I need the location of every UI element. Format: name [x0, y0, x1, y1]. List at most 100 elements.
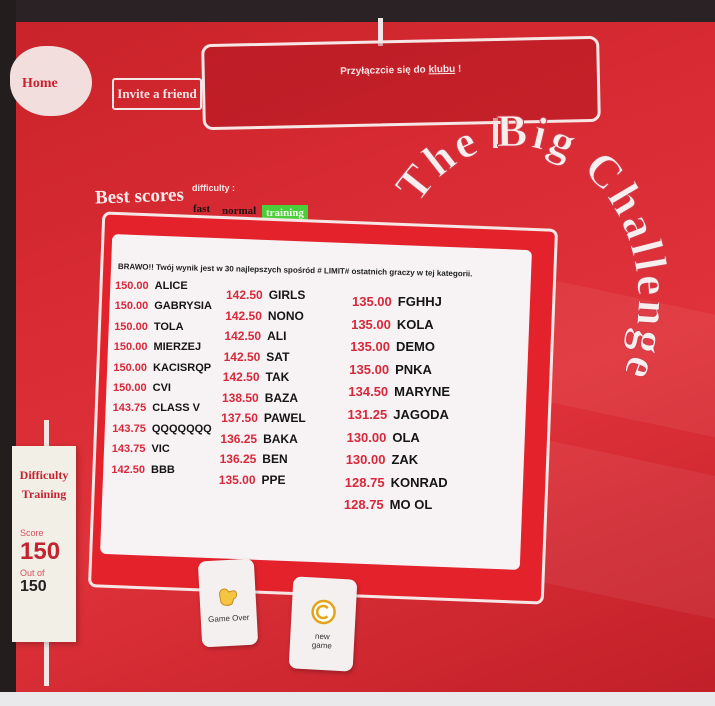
score-value: 134.50 [348, 384, 389, 400]
score-row: 128.75 KONRAD [345, 475, 448, 490]
score-value: 135.00 [218, 472, 256, 487]
score-value: 142.50 [222, 370, 260, 384]
score-row: 150.00 TOLA [114, 321, 183, 333]
sign-second-label: Out of [20, 568, 45, 578]
player-name: NONO [267, 308, 304, 323]
player-name: FGHHJ [397, 294, 442, 309]
score-row: 143.75 VIC [112, 443, 170, 455]
player-name: SAT [266, 349, 290, 364]
score-value: 143.75 [112, 402, 147, 415]
score-value: 138.50 [222, 390, 259, 405]
score-row: 143.75 QQQQQQQ [112, 423, 212, 435]
score-value: 135.00 [349, 361, 390, 377]
score-value: 131.25 [347, 407, 388, 422]
new-game-label: new game [311, 631, 333, 651]
game-screen: Home Invite a friend Przyłączcie się do … [0, 0, 715, 706]
player-name: PAWEL [263, 411, 306, 425]
game-over-label: Game Over [207, 612, 250, 624]
new-game-button[interactable]: new game [288, 576, 358, 672]
score-row: 131.25 JAGODA [348, 407, 449, 422]
score-row: 142.50 GIRLS [226, 288, 305, 302]
difficulty-label: difficulty : [192, 183, 235, 193]
score-row: 142.50 NONO [225, 309, 304, 323]
sign-score-label: Score [20, 528, 44, 538]
player-name: BEN [262, 452, 288, 466]
player-name: CLASS V [152, 402, 200, 415]
score-row: 135.00 PPE [219, 473, 286, 487]
player-name: MARYNE [394, 384, 451, 400]
status-sign: Difficulty Training Score 150 Out of 150 [12, 446, 76, 642]
score-value: 136.25 [220, 431, 258, 446]
score-row: 150.00 MIERZEJ [114, 341, 201, 353]
score-row: 150.00 GABRYSIA [115, 300, 212, 312]
screen-bezel-bottom [0, 692, 715, 706]
club-banner: Przyłączcie się do klubu ! [201, 35, 601, 131]
score-row: 138.50 BAZA [222, 391, 298, 405]
score-row: 142.50 TAK [223, 370, 289, 384]
club-link[interactable]: klubu [428, 64, 455, 76]
invite-friend-label: Invite a friend [117, 86, 197, 101]
score-value: 137.50 [221, 411, 258, 425]
player-name: BBB [151, 463, 175, 476]
player-name: MIERZEJ [153, 341, 202, 354]
player-name: VIC [151, 443, 170, 456]
score-row: 150.00 CVI [113, 382, 171, 394]
player-name: GABRYSIA [154, 300, 212, 313]
score-value: 142.50 [224, 329, 262, 343]
score-row: 130.00 OLA [347, 430, 420, 445]
score-value: 128.75 [343, 497, 384, 513]
player-name: CVI [152, 382, 171, 394]
banner-message: Przyłączcie się do klubu ! [205, 61, 597, 80]
sign-second-value: 150 [20, 578, 47, 595]
score-value: 128.75 [344, 474, 385, 490]
player-name: TAK [265, 370, 290, 384]
player-name: OLA [392, 429, 420, 445]
score-value: 142.50 [223, 349, 261, 364]
player-name: PPE [261, 472, 286, 487]
score-row: 136.25 BAKA [220, 432, 297, 446]
score-row: 135.00 DEMO [350, 339, 435, 354]
player-name: BAKA [263, 431, 298, 446]
screen-bezel-top [0, 0, 715, 22]
invite-friend-button[interactable]: Invite a friend [112, 78, 202, 110]
score-value: 135.00 [350, 339, 390, 355]
player-name: KOLA [396, 316, 434, 332]
score-value: 136.25 [219, 452, 257, 466]
sign-difficulty-label: Difficulty [19, 468, 69, 482]
score-row: 130.00 ZAK [346, 452, 418, 467]
player-name: ALI [267, 329, 287, 343]
score-value: 150.00 [114, 300, 149, 313]
score-value: 150.00 [113, 361, 148, 374]
fist-icon [219, 587, 238, 606]
score-row: 128.75 MO OL [344, 497, 432, 512]
new-game-icon [311, 599, 336, 625]
difficulty-fast[interactable]: fast [193, 203, 210, 215]
player-name: ALICE [154, 280, 188, 292]
score-value: 143.75 [111, 443, 146, 456]
player-name: TOLA [153, 320, 184, 333]
sign-difficulty-value: Training [21, 487, 67, 501]
score-value: 142.50 [226, 288, 263, 302]
score-value: 135.00 [351, 316, 391, 332]
score-value: 150.00 [113, 382, 147, 394]
player-name: DEMO [395, 339, 435, 355]
score-row: 135.00 FGHHJ [352, 294, 442, 309]
score-row: 142.50 SAT [224, 350, 290, 364]
score-value: 150.00 [115, 280, 149, 292]
score-value: 150.00 [113, 341, 148, 354]
best-scores-heading: Best scores [94, 184, 185, 209]
score-row: 143.75 CLASS V [113, 402, 200, 414]
game-over-button[interactable]: Game Over [197, 558, 259, 648]
player-name: PNKA [395, 361, 432, 377]
score-value: 150.00 [114, 320, 148, 333]
player-name: MO OL [389, 497, 433, 513]
player-name: ZAK [391, 452, 419, 468]
player-name: KACISRQP [153, 361, 212, 374]
home-button[interactable]: Home [22, 76, 58, 92]
score-row: 150.00 ALICE [115, 280, 188, 292]
player-name: KONRAD [390, 474, 448, 490]
player-name: QQQQQQQ [151, 422, 212, 435]
score-value: 142.50 [111, 463, 146, 476]
score-value: 130.00 [345, 452, 386, 468]
player-name: BAZA [264, 390, 299, 405]
